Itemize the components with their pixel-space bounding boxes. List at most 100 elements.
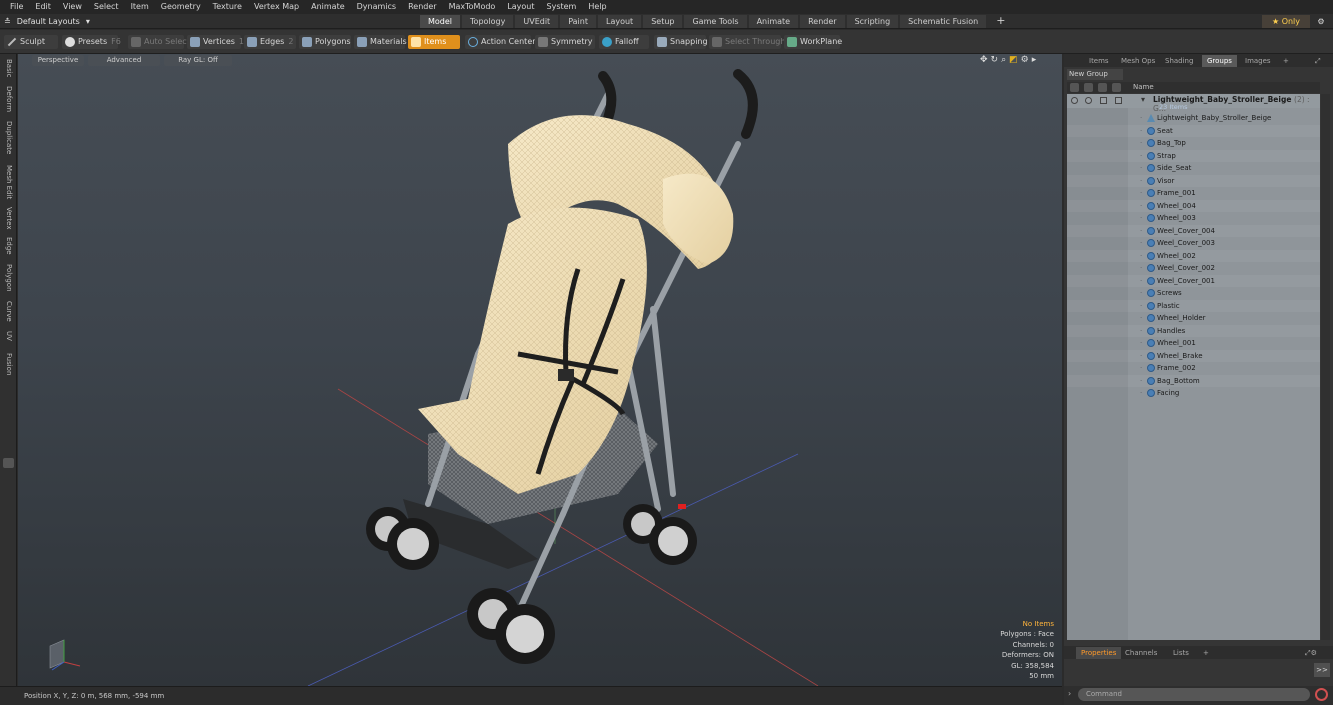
list-item[interactable]: · Facing: [1067, 387, 1320, 400]
menu-geometry[interactable]: Geometry: [155, 0, 207, 14]
tab-shading[interactable]: Shading: [1160, 55, 1198, 67]
menu-vertex-map[interactable]: Vertex Map: [248, 0, 305, 14]
tab-paint[interactable]: Paint: [560, 15, 596, 28]
list-item[interactable]: · Weel_Cover_002: [1067, 262, 1320, 275]
polygons-button[interactable]: Polygons: [299, 35, 351, 49]
list-item[interactable]: · Weel_Cover_001: [1067, 274, 1320, 287]
menu-animate[interactable]: Animate: [305, 0, 351, 14]
expand-icon[interactable]: ⤢: [1310, 55, 1326, 67]
only-button[interactable]: ★ Only: [1262, 15, 1310, 28]
add-tab-icon[interactable]: +: [1278, 55, 1294, 67]
list-item[interactable]: · Strap: [1067, 149, 1320, 162]
vtab-mesh-edit[interactable]: Mesh Edit: [2, 162, 15, 202]
tab-lists[interactable]: Lists: [1168, 647, 1194, 659]
gear-icon[interactable]: ⚙: [1314, 14, 1328, 29]
lock-icon[interactable]: [1098, 83, 1107, 92]
chevron-right-icon[interactable]: ▸: [1032, 55, 1037, 65]
vtab-fusion[interactable]: Fusion: [2, 350, 15, 378]
command-input[interactable]: Command: [1078, 688, 1310, 701]
expand-properties-button[interactable]: >>: [1314, 663, 1330, 677]
menu-dynamics[interactable]: Dynamics: [351, 0, 402, 14]
add-tab-button[interactable]: +: [988, 15, 1013, 28]
list-scrollbar[interactable]: [1321, 94, 1330, 640]
sculpt-button[interactable]: Sculpt: [4, 35, 58, 49]
render-toggle-icon[interactable]: [1085, 97, 1092, 104]
tab-topology[interactable]: Topology: [462, 15, 514, 28]
list-item[interactable]: · Visor: [1067, 174, 1320, 187]
record-icon[interactable]: [1315, 688, 1328, 701]
list-item[interactable]: · Frame_002: [1067, 362, 1320, 375]
list-item[interactable]: · Wheel_003: [1067, 212, 1320, 225]
list-item[interactable]: · Screws: [1067, 287, 1320, 300]
list-item[interactable]: · Wheel_Holder: [1067, 312, 1320, 325]
fit-icon[interactable]: ◩: [1009, 55, 1018, 65]
vtab-edge[interactable]: Edge: [2, 234, 15, 258]
new-group-button[interactable]: New Group: [1067, 69, 1123, 80]
list-item[interactable]: · Wheel_004: [1067, 199, 1320, 212]
list-item[interactable]: · Weel_Cover_004: [1067, 224, 1320, 237]
materials-button[interactable]: Materials: [354, 35, 407, 49]
pan-icon[interactable]: ✥: [980, 55, 988, 65]
tab-layout[interactable]: Layout: [597, 15, 642, 28]
layout-selector[interactable]: ≛ Default Layouts ▾: [4, 14, 90, 29]
select-toggle-icon[interactable]: [1115, 97, 1122, 104]
rotate-icon[interactable]: ↻: [991, 55, 999, 65]
menu-layout[interactable]: Layout: [501, 0, 540, 14]
presets-button[interactable]: Presets F6: [62, 35, 121, 49]
list-item[interactable]: · Bag_Bottom: [1067, 374, 1320, 387]
menu-system[interactable]: System: [541, 0, 583, 14]
menu-item[interactable]: Item: [125, 0, 155, 14]
snapping-button[interactable]: Snapping: [654, 35, 708, 49]
palette-toggle-icon[interactable]: [3, 458, 14, 468]
vtab-curve[interactable]: Curve: [2, 298, 15, 324]
zoom-icon[interactable]: ⌕: [1001, 55, 1006, 65]
menu-help[interactable]: Help: [582, 0, 612, 14]
list-item[interactable]: · Wheel_Brake: [1067, 349, 1320, 362]
list-item[interactable]: · Side_Seat: [1067, 162, 1320, 175]
list-item[interactable]: · Wheel_002: [1067, 249, 1320, 262]
tab-items[interactable]: Items: [1084, 55, 1114, 67]
symmetry-button[interactable]: Symmetry: [535, 35, 595, 49]
perspective-button[interactable]: Perspective: [32, 55, 84, 66]
lock-toggle-icon[interactable]: [1100, 97, 1107, 104]
vtab-uv[interactable]: UV: [2, 328, 15, 344]
render-icon[interactable]: [1084, 83, 1093, 92]
group-row[interactable]: ▾ Lightweight_Baby_Stroller_Beige (2) : …: [1067, 94, 1320, 113]
menu-view[interactable]: View: [57, 0, 88, 14]
vtab-vertex[interactable]: Vertex: [2, 204, 15, 232]
expand-icon[interactable]: ⤢⚙: [1300, 647, 1322, 659]
tab-game-tools[interactable]: Game Tools: [684, 15, 747, 28]
tab-animate[interactable]: Animate: [748, 15, 799, 28]
3d-viewport[interactable]: Perspective Advanced Ray GL: Off ✥ ↻ ⌕ ◩…: [18, 54, 1062, 686]
groups-list[interactable]: ▾ Lightweight_Baby_Stroller_Beige (2) : …: [1067, 94, 1320, 640]
tab-channels[interactable]: Channels: [1120, 647, 1162, 659]
menu-file[interactable]: File: [4, 0, 29, 14]
list-item[interactable]: · Bag_Top: [1067, 137, 1320, 150]
tab-images[interactable]: Images: [1240, 55, 1276, 67]
edges-button[interactable]: Edges 2: [244, 35, 296, 49]
shading-button[interactable]: Advanced: [88, 55, 160, 66]
list-item[interactable]: · Seat: [1067, 124, 1320, 137]
tab-render[interactable]: Render: [800, 15, 845, 28]
expand-arrow-icon[interactable]: ▾: [1141, 95, 1145, 104]
select-icon[interactable]: [1112, 83, 1121, 92]
list-item[interactable]: · Frame_001: [1067, 187, 1320, 200]
gear-icon[interactable]: ⚙: [1021, 55, 1029, 65]
auto-select-button[interactable]: Auto Select: [128, 35, 190, 49]
falloff-button[interactable]: Falloff: [599, 35, 649, 49]
workplane-button[interactable]: WorkPlane: [784, 35, 842, 49]
vtab-polygon[interactable]: Polygon: [2, 262, 15, 294]
menu-texture[interactable]: Texture: [207, 0, 248, 14]
list-item[interactable]: · Wheel_001: [1067, 337, 1320, 350]
menu-maxtomodo[interactable]: MaxToModo: [443, 0, 502, 14]
action-center-button[interactable]: Action Center: [465, 35, 536, 49]
items-button[interactable]: Items: [408, 35, 460, 49]
eye-icon[interactable]: [1071, 97, 1078, 104]
tab-uvedit[interactable]: UVEdit: [515, 15, 559, 28]
list-item[interactable]: · Lightweight_Baby_Stroller_Beige: [1067, 112, 1320, 125]
list-item[interactable]: · Weel_Cover_003: [1067, 237, 1320, 250]
list-item[interactable]: · Plastic: [1067, 299, 1320, 312]
menu-select[interactable]: Select: [88, 0, 125, 14]
vtab-deform[interactable]: Deform: [2, 84, 15, 114]
tab-setup[interactable]: Setup: [643, 15, 683, 28]
